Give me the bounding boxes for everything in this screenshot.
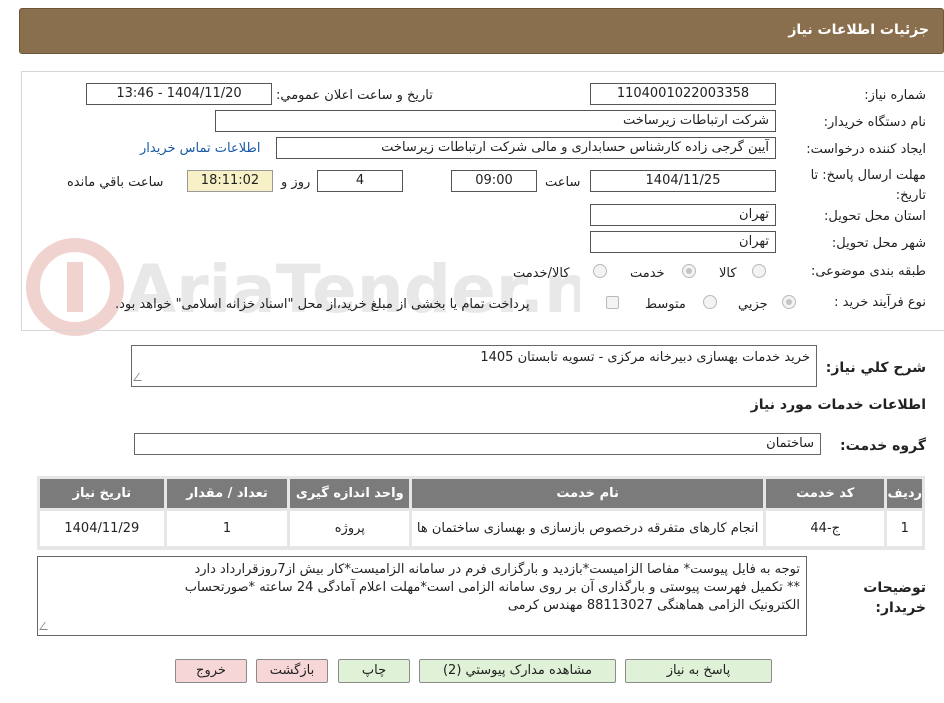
city-field: تهران [590, 231, 776, 253]
cell-name: انجام کارهای متفرقه درخصوص بازسازی و بهس… [409, 508, 766, 549]
exit-button[interactable]: خروج [175, 659, 247, 683]
cell-code: ج-44 [762, 508, 888, 549]
notes-label: توضيحات خريدار: [863, 580, 926, 616]
announce-label: تاريخ و ساعت اعلان عمومي: [276, 88, 433, 103]
col-unit: واحد اندازه گيری [287, 476, 413, 511]
services-table: رديف کد خدمت نام خدمت واحد اندازه گيری ت… [37, 476, 925, 549]
services-table-wrapper: رديف کد خدمت نام خدمت واحد اندازه گيری ت… [37, 476, 925, 550]
cell-unit: پروژه [287, 508, 413, 549]
description-text: خرید خدمات بهسازی دبیرخانه مرکزی - تسویه… [480, 350, 810, 365]
page-title: جزئيات اطلاعات نياز [788, 22, 929, 38]
need-number-label: شماره نياز: [864, 88, 926, 103]
buyer-contact-link[interactable]: اطلاعات تماس خريدار [140, 141, 260, 156]
process-medium-label: متوسط [645, 297, 686, 312]
description-textarea[interactable]: خرید خدمات بهسازی دبیرخانه مرکزی - تسویه… [131, 345, 817, 387]
col-quantity: تعداد / مقدار [163, 476, 291, 511]
requester-field: آیین گرجی زاده کارشناس حسابداری و مالی ش… [276, 137, 776, 159]
treasury-checkbox[interactable] [606, 296, 619, 309]
time-label: ساعت [545, 175, 581, 190]
category-label: طبقه بندی موضوعی: [810, 264, 926, 279]
payment-note: پرداخت تمام یا بخشی از مبلغ خرید،از محل … [115, 297, 530, 312]
deadline-label: مهلت ارسال پاسخ: تا تاريخ: [810, 168, 926, 203]
city-label: شهر محل تحويل: [831, 236, 926, 251]
cell-quantity: 1 [163, 508, 291, 549]
col-date: تاريخ نياز [37, 476, 167, 511]
services-section-title: اطلاعات خدمات مورد نياز [750, 397, 926, 413]
service-group-field: ساختمان [134, 433, 821, 455]
category-both-label: کالا/خدمت [513, 266, 570, 281]
resize-grip-icon[interactable] [133, 373, 147, 381]
days-field: 4 [317, 170, 403, 192]
requester-label: ايجاد کننده درخواست: [806, 142, 926, 157]
col-row: رديف [884, 476, 925, 511]
print-button[interactable]: چاپ [338, 659, 410, 683]
province-field: تهران [590, 204, 776, 226]
col-name: نام خدمت [409, 476, 766, 511]
process-label: نوع فرآیند خرید : [834, 295, 926, 310]
category-service-label: خدمت [630, 266, 665, 281]
service-group-label: گروه خدمت: [840, 438, 926, 454]
buyer-org-label: نام دستگاه خريدار: [823, 115, 926, 130]
cell-date: 1404/11/29 [37, 508, 167, 549]
reply-button[interactable]: پاسخ به نياز [625, 659, 772, 683]
deadline-date-field: 1404/11/25 [590, 170, 776, 192]
col-code: کد خدمت [762, 476, 888, 511]
deadline-time-field: 09:00 [451, 170, 537, 192]
cell-row: 1 [884, 508, 925, 549]
need-number-field: 1104001022003358 [590, 83, 776, 105]
remaining-label: ساعت باقي مانده [67, 175, 164, 190]
back-button[interactable]: بازگشت [256, 659, 328, 683]
category-goods-radio[interactable] [752, 264, 766, 278]
resize-grip-icon[interactable] [39, 622, 53, 630]
page-header: جزئيات اطلاعات نياز [19, 8, 944, 54]
remaining-time-field: 18:11:02 [187, 170, 273, 192]
services-table-header: رديف کد خدمت نام خدمت واحد اندازه گيری ت… [37, 476, 925, 511]
notes-textarea[interactable]: توجه به فایل پیوست* مفاصا الزامیست*بازدی… [37, 556, 807, 636]
announce-field: 1404/11/20 - 13:46 [86, 83, 272, 105]
days-label: روز و [281, 175, 311, 190]
notes-line-1: توجه به فایل پیوست* مفاصا الزامیست*بازدی… [194, 562, 800, 577]
process-small-radio[interactable] [782, 295, 796, 309]
province-label: استان محل تحويل: [824, 209, 926, 224]
category-both-radio[interactable] [593, 264, 607, 278]
description-label: شرح کلي نياز: [825, 360, 926, 376]
notes-line-2: ** تکمیل فهرست پیوستی و بارگذاری آن بر ر… [184, 580, 800, 595]
category-goods-label: کالا [719, 266, 737, 281]
process-small-label: جزيي [738, 297, 768, 312]
table-row: 1 ج-44 انجام کارهای متفرقه درخصوص بازساز… [37, 508, 925, 549]
buyer-org-field: شرکت ارتباطات زیرساخت [215, 110, 776, 132]
notes-line-3: الکترونیک الزامی هماهنگی 88113027 مهندس … [507, 598, 800, 613]
view-attachments-button[interactable]: مشاهده مدارک پيوستي (2) [419, 659, 616, 683]
process-medium-radio[interactable] [703, 295, 717, 309]
category-service-radio[interactable] [682, 264, 696, 278]
